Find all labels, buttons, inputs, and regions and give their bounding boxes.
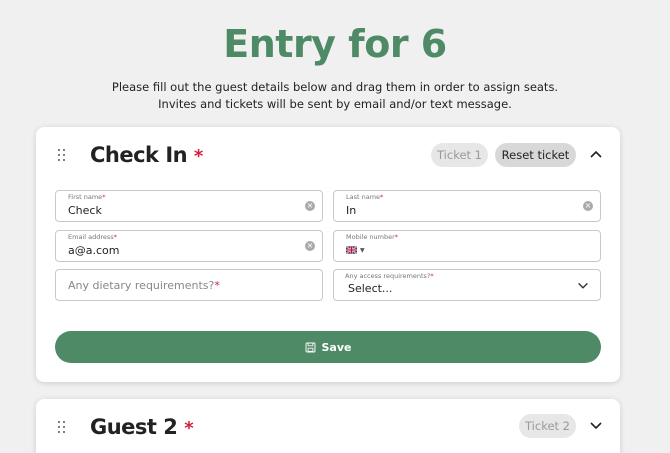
page-subtitle: Please fill out the guest details below … <box>111 80 559 111</box>
guest-name-heading: Check In * <box>90 143 203 167</box>
page-title: Entry for 6 <box>223 22 447 66</box>
reset-ticket-button[interactable]: Reset ticket <box>495 143 576 167</box>
save-label: Save <box>321 340 352 354</box>
access-requirements-label: Any access requirements?* <box>345 272 434 280</box>
first-name-field[interactable]: First name* Check × <box>55 190 323 222</box>
required-mark: * <box>193 146 203 167</box>
save-icon <box>305 342 315 352</box>
mobile-number-label: Mobile number* <box>346 233 399 241</box>
first-name-value: Check <box>68 204 102 217</box>
mobile-number-field[interactable]: Mobile number* ▼ <box>333 230 601 262</box>
guest-card-2: Guest 2 * Ticket 2 <box>36 399 620 453</box>
dietary-placeholder: Any dietary requirements?* <box>68 279 220 292</box>
clear-icon[interactable]: × <box>305 201 315 211</box>
guest-name-heading: Guest 2 * <box>90 415 194 439</box>
access-requirements-value: Select... <box>348 282 393 295</box>
guest-card-1: Check In * Ticket 1 Reset ticket First n… <box>36 127 620 382</box>
clear-icon[interactable]: × <box>305 241 315 251</box>
chevron-up-icon[interactable] <box>588 146 604 162</box>
chevron-down-icon[interactable] <box>576 279 590 293</box>
ticket-badge: Ticket 2 <box>519 414 576 438</box>
email-field[interactable]: Email address* a@a.com × <box>55 230 323 262</box>
last-name-field[interactable]: Last name* In × <box>333 190 601 222</box>
drag-handle-icon[interactable] <box>58 421 68 433</box>
access-requirements-select[interactable]: Any access requirements?* Select... <box>333 269 601 301</box>
uk-flag-icon[interactable] <box>346 246 357 254</box>
caret-down-icon[interactable]: ▼ <box>360 247 365 254</box>
chevron-down-icon[interactable] <box>588 418 604 434</box>
save-button[interactable]: Save <box>55 331 601 363</box>
ticket-badge: Ticket 1 <box>431 143 488 167</box>
clear-icon[interactable]: × <box>583 201 593 211</box>
required-mark: * <box>184 418 194 439</box>
last-name-label: Last name* <box>346 193 384 201</box>
first-name-label: First name* <box>68 193 106 201</box>
last-name-value: In <box>346 204 357 217</box>
email-label: Email address* <box>68 233 117 241</box>
dietary-requirements-field[interactable]: Any dietary requirements?* <box>55 269 323 301</box>
guest-name: Guest 2 <box>90 415 178 439</box>
drag-handle-icon[interactable] <box>58 149 68 161</box>
guest-name: Check In <box>90 143 188 167</box>
email-value: a@a.com <box>68 244 120 257</box>
